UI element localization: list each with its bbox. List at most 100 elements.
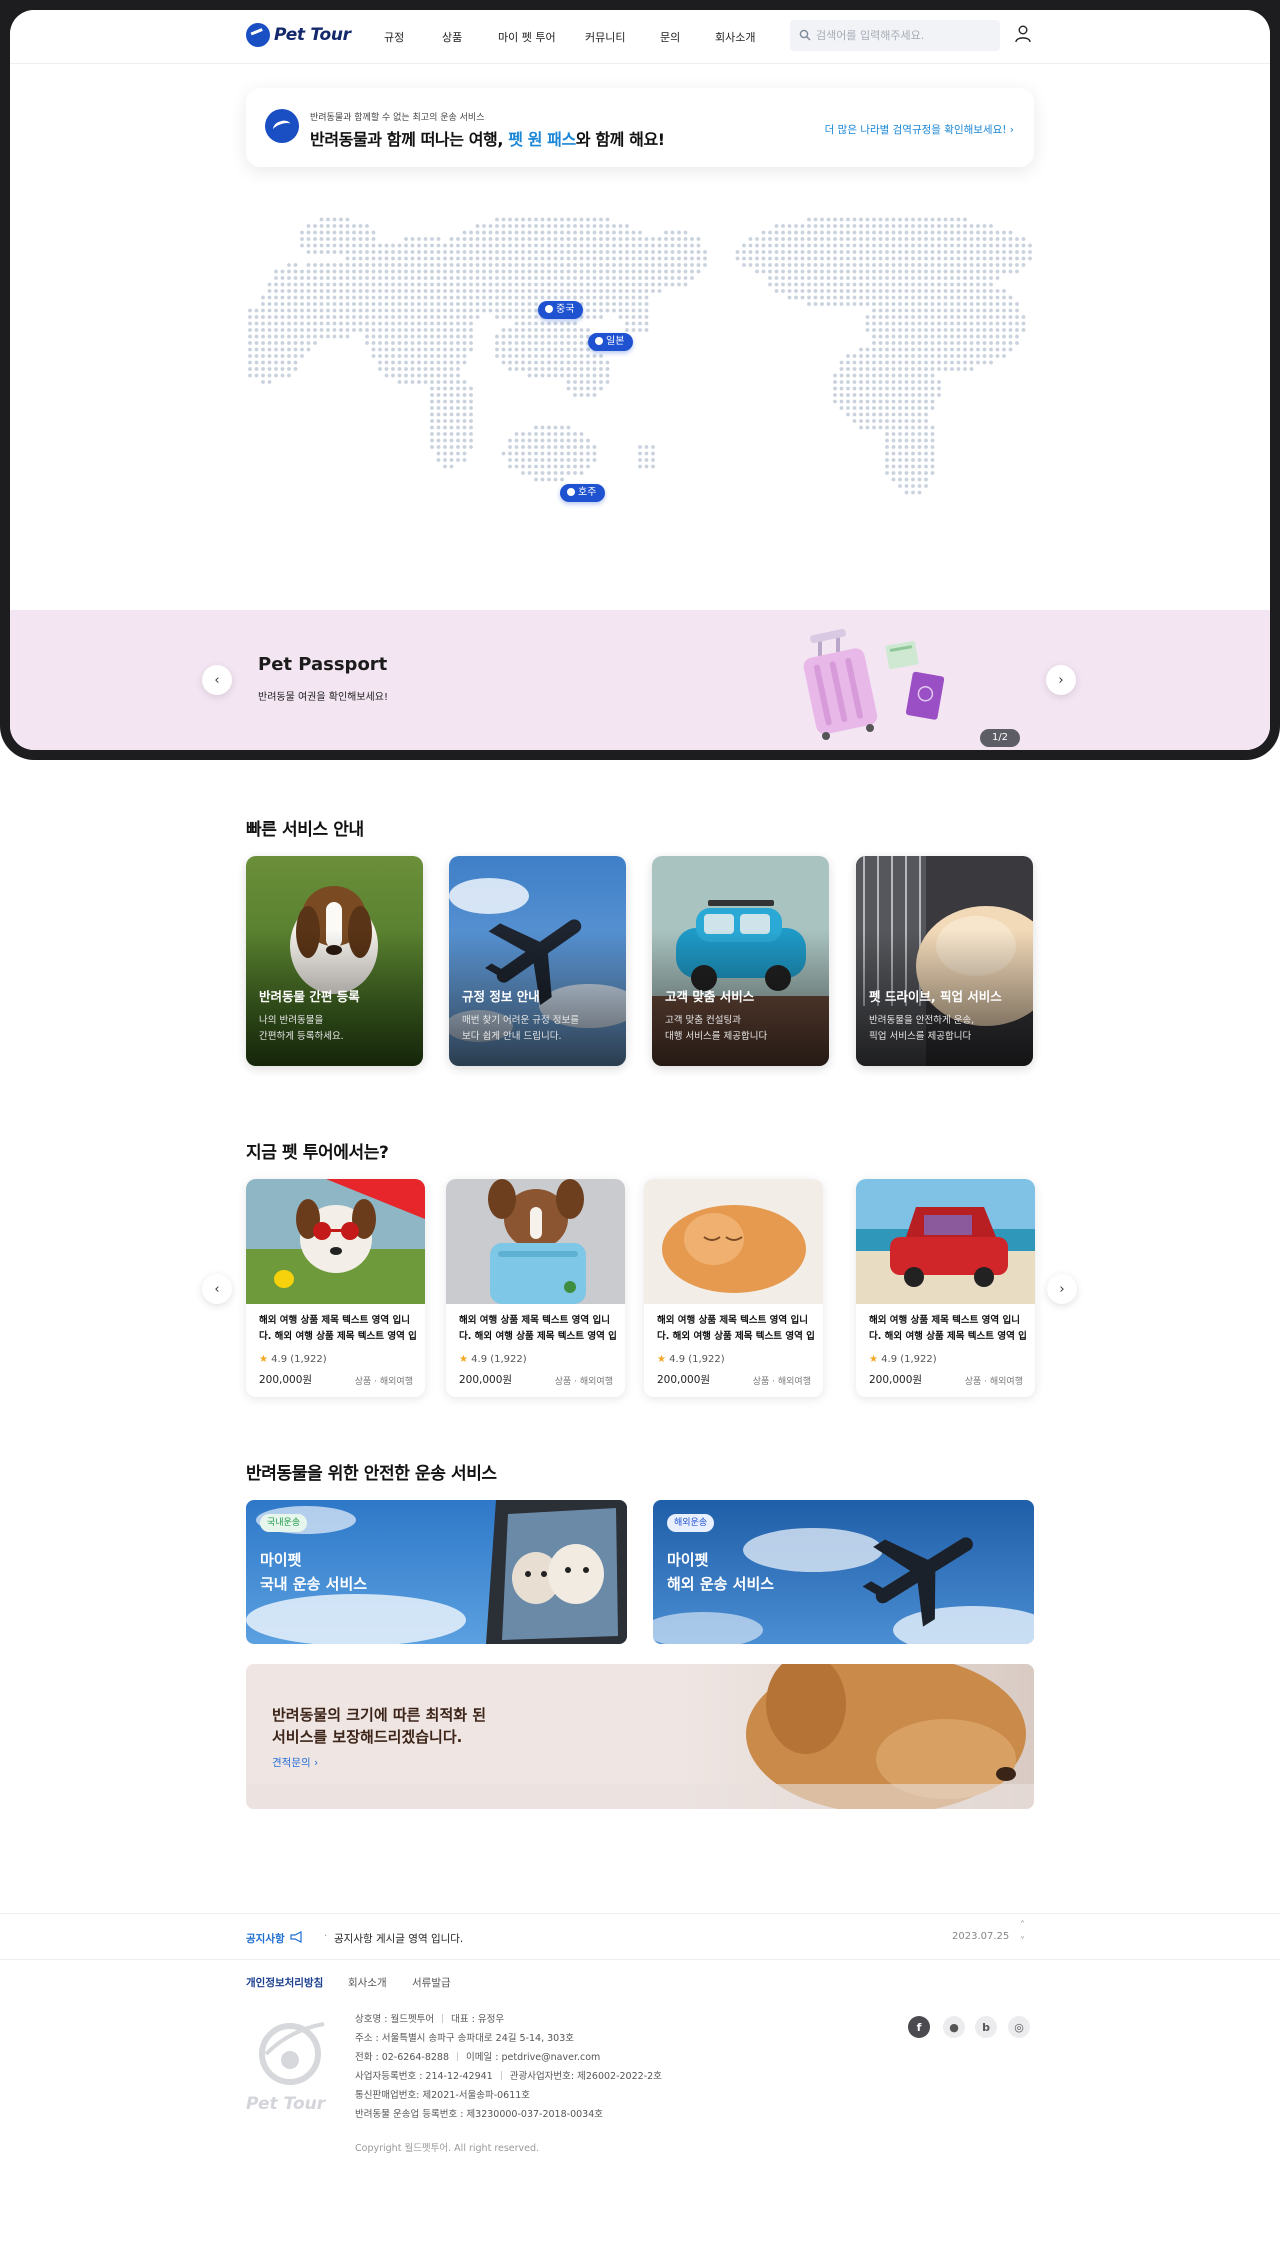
product-card[interactable]: 해외 여행 상품 제목 텍스트 영역 입니다. 해외 여행 상품 제목 텍스트 … bbox=[644, 1179, 823, 1397]
logo-mark-icon bbox=[246, 23, 270, 47]
menu-item-community[interactable]: 커뮤니티 bbox=[585, 29, 625, 45]
kakao-talk-icon[interactable]: ● bbox=[943, 2016, 965, 2038]
hero-title: Pet Passport bbox=[258, 654, 388, 675]
copyright: Copyright 월드펫투어. All right reserved. bbox=[355, 2143, 540, 2154]
notice-bar: 공지사항 · 공지사항 게시글 영역 입니다. 2023.07.25 ˄ ˅ bbox=[0, 1913, 1280, 1960]
dog-suitcase-photo bbox=[446, 1179, 625, 1304]
quick-service-card-pickup[interactable]: 펫 드라이브, 픽업 서비스 반려동물을 안전하게 운송, 픽업 서비스를 제공합… bbox=[856, 856, 1033, 1066]
quarantine-rules-link[interactable]: 더 많은 나라별 검역규정을 확인해보세요! › bbox=[825, 122, 1014, 137]
search-input[interactable] bbox=[816, 20, 996, 51]
hero-prev-button[interactable]: ‹ bbox=[202, 665, 232, 695]
notice-label: 공지사항 bbox=[246, 1933, 285, 1945]
product-card[interactable]: 해외 여행 상품 제목 텍스트 영역 입니다. 해외 여행 상품 제목 텍스트 … bbox=[446, 1179, 625, 1397]
info-row: 사업자등록번호 : 214-12-42941 관광사업자번호: 제26002-20… bbox=[355, 2067, 662, 2086]
quote-inquiry-link[interactable]: 견적문의 › bbox=[272, 1755, 318, 1770]
card-desc-line: 고객 맞춤 컨설팅과 bbox=[665, 1015, 741, 1026]
card-title: 고객 맞춤 서비스 bbox=[665, 989, 755, 1004]
notice-date: 2023.07.25 bbox=[952, 1931, 1010, 1942]
map-pin-japan[interactable]: 일본 bbox=[588, 333, 634, 351]
documents-link[interactable]: 서류발급 bbox=[412, 1975, 451, 1990]
overseas-transport-banner[interactable]: 해외운송 마이펫 해외 운송 서비스 bbox=[653, 1500, 1034, 1644]
card-title: 반려동물 간편 등록 bbox=[259, 989, 360, 1004]
business-number: 사업자등록번호 : 214-12-42941 bbox=[355, 2071, 493, 2082]
chevron-right-icon: › bbox=[1058, 672, 1064, 688]
notice-down-icon[interactable]: ˅ bbox=[1020, 1936, 1025, 1947]
top-nav: Pet Tour 규정 상품 마이 펫 투어 커뮤니티 문의 회사소개 bbox=[10, 10, 1270, 64]
card-desc-line: 간편하게 등록하세요. bbox=[259, 1031, 344, 1042]
product-title: 해외 여행 상품 제목 텍스트 영역 입니다. 해외 여행 상품 제목 텍스트 … bbox=[657, 1315, 815, 1342]
products-prev-button[interactable]: ‹ bbox=[202, 1274, 232, 1304]
quick-service-card-custom[interactable]: 고객 맞춤 서비스 고객 맞춤 컨설팅과 대행 서비스를 제공합니다 bbox=[652, 856, 829, 1066]
domestic-title: 마이펫 국내 운송 서비스 bbox=[260, 1548, 367, 1596]
card-desc: 매번 찾기 어려운 규정 정보를 보다 쉽게 안내 드립니다. bbox=[462, 1013, 617, 1045]
card-desc-line: 매번 찾기 어려운 규정 정보를 bbox=[462, 1015, 579, 1026]
products-next-button[interactable]: › bbox=[1047, 1274, 1077, 1304]
map-pin-australia[interactable]: 호주 bbox=[560, 484, 606, 502]
product-title: 해외 여행 상품 제목 텍스트 영역 입니다. 해외 여행 상품 제목 텍스트 … bbox=[459, 1315, 617, 1342]
privacy-policy-link[interactable]: 개인정보처리방침 bbox=[246, 1975, 323, 1990]
title-line: 국내 운송 서비스 bbox=[260, 1575, 368, 1593]
facebook-icon[interactable]: f bbox=[908, 2016, 930, 2038]
rating-text: 4.9 (1,922) bbox=[271, 1354, 327, 1365]
overseas-title: 마이펫 해외 운송 서비스 bbox=[667, 1548, 774, 1596]
product-card[interactable]: 해외 여행 상품 제목 텍스트 영역 입니다. 해외 여행 상품 제목 텍스트 … bbox=[246, 1179, 425, 1397]
title-line: 해외 운송 서비스 bbox=[667, 1575, 775, 1593]
product-tag: 상품 · 해외여행 bbox=[354, 1377, 413, 1387]
star-icon: ★ bbox=[869, 1354, 878, 1365]
sleeping-kitten-photo bbox=[644, 1179, 823, 1304]
megaphone-icon bbox=[290, 1931, 302, 1943]
info-row: 통신판매업번호: 제2021-서울송파-0611호 bbox=[355, 2086, 662, 2105]
mail-order-number: 통신판매업번호: 제2021-서울송파-0611호 bbox=[355, 2090, 531, 2101]
product-price: 200,000원 bbox=[459, 1374, 513, 1386]
address: 주소 : 서울특별시 송파구 송파대로 24길 5-14, 303호 bbox=[355, 2033, 574, 2044]
card-desc: 반려동물을 안전하게 운송, 픽업 서비스를 제공합니다 bbox=[869, 1013, 1024, 1045]
domestic-transport-banner[interactable]: 국내운송 마이펫 국내 운송 서비스 bbox=[246, 1500, 627, 1644]
menu-item-inquiry[interactable]: 문의 bbox=[660, 29, 680, 45]
company-info: 상호명 : 월드펫투어 대표 : 유정우 주소 : 서울특별시 송파구 송파대로 … bbox=[355, 2010, 662, 2124]
chevron-left-icon: ‹ bbox=[214, 1281, 220, 1297]
hero-next-button[interactable]: › bbox=[1046, 665, 1076, 695]
dog-sunglasses-photo bbox=[246, 1179, 425, 1304]
headline-highlight: 펫 원 패스 bbox=[508, 130, 576, 149]
notice-text[interactable]: 공지사항 게시글 영역 입니다. bbox=[334, 1931, 463, 1946]
instagram-icon[interactable]: ◎ bbox=[1008, 2016, 1030, 2038]
site-logo[interactable]: Pet Tour bbox=[246, 23, 351, 47]
domestic-badge: 국내운송 bbox=[260, 1514, 308, 1532]
product-rating: ★ 4.9 (1,922) bbox=[259, 1354, 327, 1365]
quick-service-card-rules[interactable]: 규정 정보 안내 매번 찾기 어려운 규정 정보를 보다 쉽게 안내 드립니다. bbox=[449, 856, 626, 1066]
promo-line: 반려동물의 크기에 따른 최적화 된 bbox=[272, 1706, 487, 1724]
star-icon: ★ bbox=[657, 1354, 666, 1365]
luggage-passport-illustration bbox=[803, 628, 945, 740]
menu-item-about[interactable]: 회사소개 bbox=[715, 29, 755, 45]
device-frame: Pet Tour 규정 상품 마이 펫 투어 커뮤니티 문의 회사소개 반려동물… bbox=[0, 0, 1280, 760]
card-title: 펫 드라이브, 픽업 서비스 bbox=[869, 989, 1002, 1004]
product-title: 해외 여행 상품 제목 텍스트 영역 입니다. 해외 여행 상품 제목 텍스트 … bbox=[869, 1315, 1027, 1342]
about-link[interactable]: 회사소개 bbox=[348, 1975, 387, 1990]
transport-section-title: 반려동물을 위한 안전한 운송 서비스 bbox=[246, 1464, 497, 1484]
menu-item-rules[interactable]: 규정 bbox=[384, 29, 404, 45]
quick-service-card-register[interactable]: 반려동물 간편 등록 나의 반려동물을 간편하게 등록하세요. bbox=[246, 856, 423, 1066]
pin-label: 호주 bbox=[578, 487, 597, 498]
product-card[interactable]: 해외 여행 상품 제목 텍스트 영역 입니다. 해외 여행 상품 제목 텍스트 … bbox=[856, 1179, 1035, 1397]
paw-icon bbox=[595, 337, 603, 345]
promo-text: 반려동물의 크기에 따른 최적화 된서비스를 보장해드리겠습니다. bbox=[272, 1704, 486, 1748]
paw-icon bbox=[545, 305, 553, 313]
headline-prefix: 반려동물과 함께 떠나는 여행, bbox=[310, 130, 509, 149]
card-title: 규정 정보 안내 bbox=[462, 989, 540, 1004]
card-desc: 고객 맞춤 컨설팅과 대행 서비스를 제공합니다 bbox=[665, 1013, 820, 1045]
product-rating: ★ 4.9 (1,922) bbox=[657, 1354, 725, 1365]
map-pin-china[interactable]: 중국 bbox=[538, 301, 584, 319]
product-title: 해외 여행 상품 제목 텍스트 영역 입니다. 해외 여행 상품 제목 텍스트 … bbox=[259, 1315, 417, 1342]
transport-registration: 반려동물 운송업 등록번호 : 제3230000-037-2018-0034호 bbox=[355, 2109, 603, 2120]
menu-item-products[interactable]: 상품 bbox=[442, 29, 462, 45]
info-row: 반려동물 운송업 등록번호 : 제3230000-037-2018-0034호 bbox=[355, 2105, 662, 2124]
search-icon[interactable] bbox=[799, 29, 811, 41]
notice-up-icon[interactable]: ˄ bbox=[1020, 1920, 1025, 1931]
menu-item-my-pet-tour[interactable]: 마이 펫 투어 bbox=[498, 29, 556, 45]
product-tag: 상품 · 해외여행 bbox=[964, 1377, 1023, 1387]
blog-icon[interactable]: b bbox=[975, 2016, 997, 2038]
banner-logo-icon bbox=[265, 109, 299, 143]
promo-line: 서비스를 보장해드리겠습니다. bbox=[272, 1728, 463, 1746]
user-icon[interactable] bbox=[1015, 25, 1031, 43]
card-desc: 나의 반려동물을 간편하게 등록하세요. bbox=[259, 1013, 414, 1045]
